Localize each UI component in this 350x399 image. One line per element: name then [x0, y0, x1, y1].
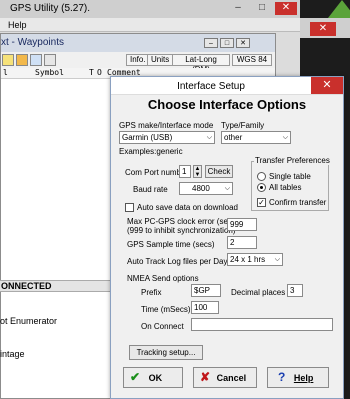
onconnect-label: On Connect — [141, 322, 184, 331]
app-title-bar: GPS Utility (5.27). – □ ✕ — [0, 0, 350, 18]
make-label: GPS make/Interface mode — [119, 121, 214, 130]
close-icon[interactable]: ✕ — [236, 38, 250, 48]
col-header[interactable]: l — [3, 68, 8, 77]
menu-help[interactable]: Help — [8, 20, 27, 30]
list-item[interactable]: intage — [0, 349, 25, 359]
col-header-symbol[interactable]: Symbol — [35, 68, 64, 77]
question-icon: ? — [278, 370, 286, 384]
prefix-input[interactable]: $GP — [191, 284, 221, 297]
dialog-heading: Choose Interface Options — [147, 97, 307, 112]
dialog-titlebar: Interface Setup ✕ — [111, 77, 343, 95]
confirm-transfer-checkbox[interactable]: ✓ — [257, 198, 266, 207]
close-icon[interactable]: ✕ — [311, 77, 343, 94]
all-tables-radio[interactable] — [257, 183, 266, 192]
com-port-spinner[interactable]: ▲ ▼ — [193, 165, 202, 178]
autotrack-select[interactable]: 24 x 1 hrs ⌵ — [227, 253, 283, 266]
ok-button[interactable]: ✔ OK — [123, 367, 183, 388]
nmea-label: NMEA Send options — [127, 274, 199, 283]
latlong-button[interactable]: Lat-Long (DM) — [172, 54, 230, 74]
units-button[interactable]: Units — [147, 54, 174, 66]
tree-icon[interactable] — [30, 54, 42, 66]
close-icon[interactable]: ✕ — [310, 22, 336, 36]
connection-status: ONNECTED — [0, 280, 120, 292]
decimal-places-input[interactable]: 3 — [287, 284, 303, 297]
auto-save-checkbox[interactable] — [125, 203, 134, 212]
type-value: other — [224, 133, 243, 142]
decimal-places-label: Decimal places — [231, 288, 286, 297]
cancel-label: Cancel — [216, 373, 247, 383]
single-table-radio[interactable] — [257, 172, 266, 181]
desktop-icon — [328, 0, 350, 18]
chevron-down-icon: ⌵ — [274, 256, 280, 263]
chevron-down-icon: ⌵ — [224, 185, 230, 192]
type-select[interactable]: other ⌵ — [221, 131, 291, 144]
waypoints-titlebar: xt - Waypoints – □ ✕ — [1, 34, 275, 52]
list-item[interactable]: ot Enumerator — [0, 316, 57, 326]
type-label: Type/Family — [221, 121, 265, 130]
examples-text: Examples:generic — [119, 147, 183, 156]
col-header-t[interactable]: T — [89, 68, 94, 77]
ok-label: OK — [148, 373, 163, 383]
waypoints-title: xt - Waypoints — [1, 37, 64, 48]
help-button[interactable]: ? Help — [267, 367, 329, 388]
confirm-transfer-label: Confirm transfer — [269, 198, 327, 207]
transfer-preferences-legend: Transfer Preferences — [254, 156, 331, 165]
menu-bar: Help — [0, 18, 300, 32]
waypoints-toolbar: Info. Units Lat-Long (DM) WGS 84 — [1, 52, 275, 74]
checkmark-icon: ✔ — [130, 370, 141, 384]
clock-error-label: Max PC-GPS clock error (secs) — [127, 217, 239, 226]
prefix-label: Prefix — [141, 288, 162, 297]
datum-button[interactable]: WGS 84 — [232, 54, 272, 66]
time-input[interactable]: 100 — [191, 301, 219, 314]
auto-save-label: Auto save data on download — [137, 203, 238, 212]
all-tables-label: All tables — [269, 183, 302, 192]
list-icon[interactable] — [44, 54, 56, 66]
baud-label: Baud rate — [133, 185, 168, 194]
col-header-o[interactable]: O — [97, 68, 102, 77]
interface-setup-dialog: Interface Setup ✕ Choose Interface Optio… — [110, 76, 344, 399]
minimize-icon[interactable]: – — [204, 38, 218, 48]
check-button[interactable]: Check — [205, 165, 233, 178]
sample-time-input[interactable]: 2 — [227, 236, 257, 249]
sample-time-label: GPS Sample time (secs) — [127, 240, 215, 249]
dialog-title: Interface Setup — [177, 81, 245, 92]
baud-select[interactable]: 4800 ⌵ — [179, 182, 233, 195]
tracking-setup-button[interactable]: Tracking setup... — [129, 345, 203, 360]
app-title: GPS Utility (5.27). — [10, 3, 91, 14]
baud-value: 4800 — [192, 184, 210, 193]
clock-error-input[interactable]: 999 — [227, 218, 257, 231]
make-select[interactable]: Garmin (USB) ⌵ — [119, 131, 215, 144]
onconnect-input[interactable] — [191, 318, 333, 331]
com-port-input[interactable]: 1 — [179, 165, 191, 178]
close-icon[interactable]: ✕ — [275, 2, 297, 15]
maximize-icon[interactable]: □ — [220, 38, 234, 48]
autotrack-value: 24 x 1 hrs — [230, 255, 266, 264]
clock-error-note: (999 to inhibit synchronization) — [127, 226, 236, 235]
cancel-button[interactable]: ✘ Cancel — [193, 367, 257, 388]
chevron-down-icon: ⌵ — [206, 134, 212, 141]
chevron-down-icon: ⌵ — [282, 134, 288, 141]
autotrack-label: Auto Track Log files per Day — [127, 257, 228, 266]
make-value: Garmin (USB) — [122, 133, 173, 142]
single-table-label: Single table — [269, 172, 311, 181]
time-label: Time (mSecs) — [141, 305, 191, 314]
cancel-x-icon: ✘ — [200, 370, 211, 384]
folder-icon[interactable] — [2, 54, 14, 66]
edit-icon[interactable] — [16, 54, 28, 66]
minimize-icon[interactable]: – — [228, 2, 248, 15]
help-label: Help — [293, 373, 314, 383]
maximize-icon[interactable]: □ — [252, 2, 272, 15]
